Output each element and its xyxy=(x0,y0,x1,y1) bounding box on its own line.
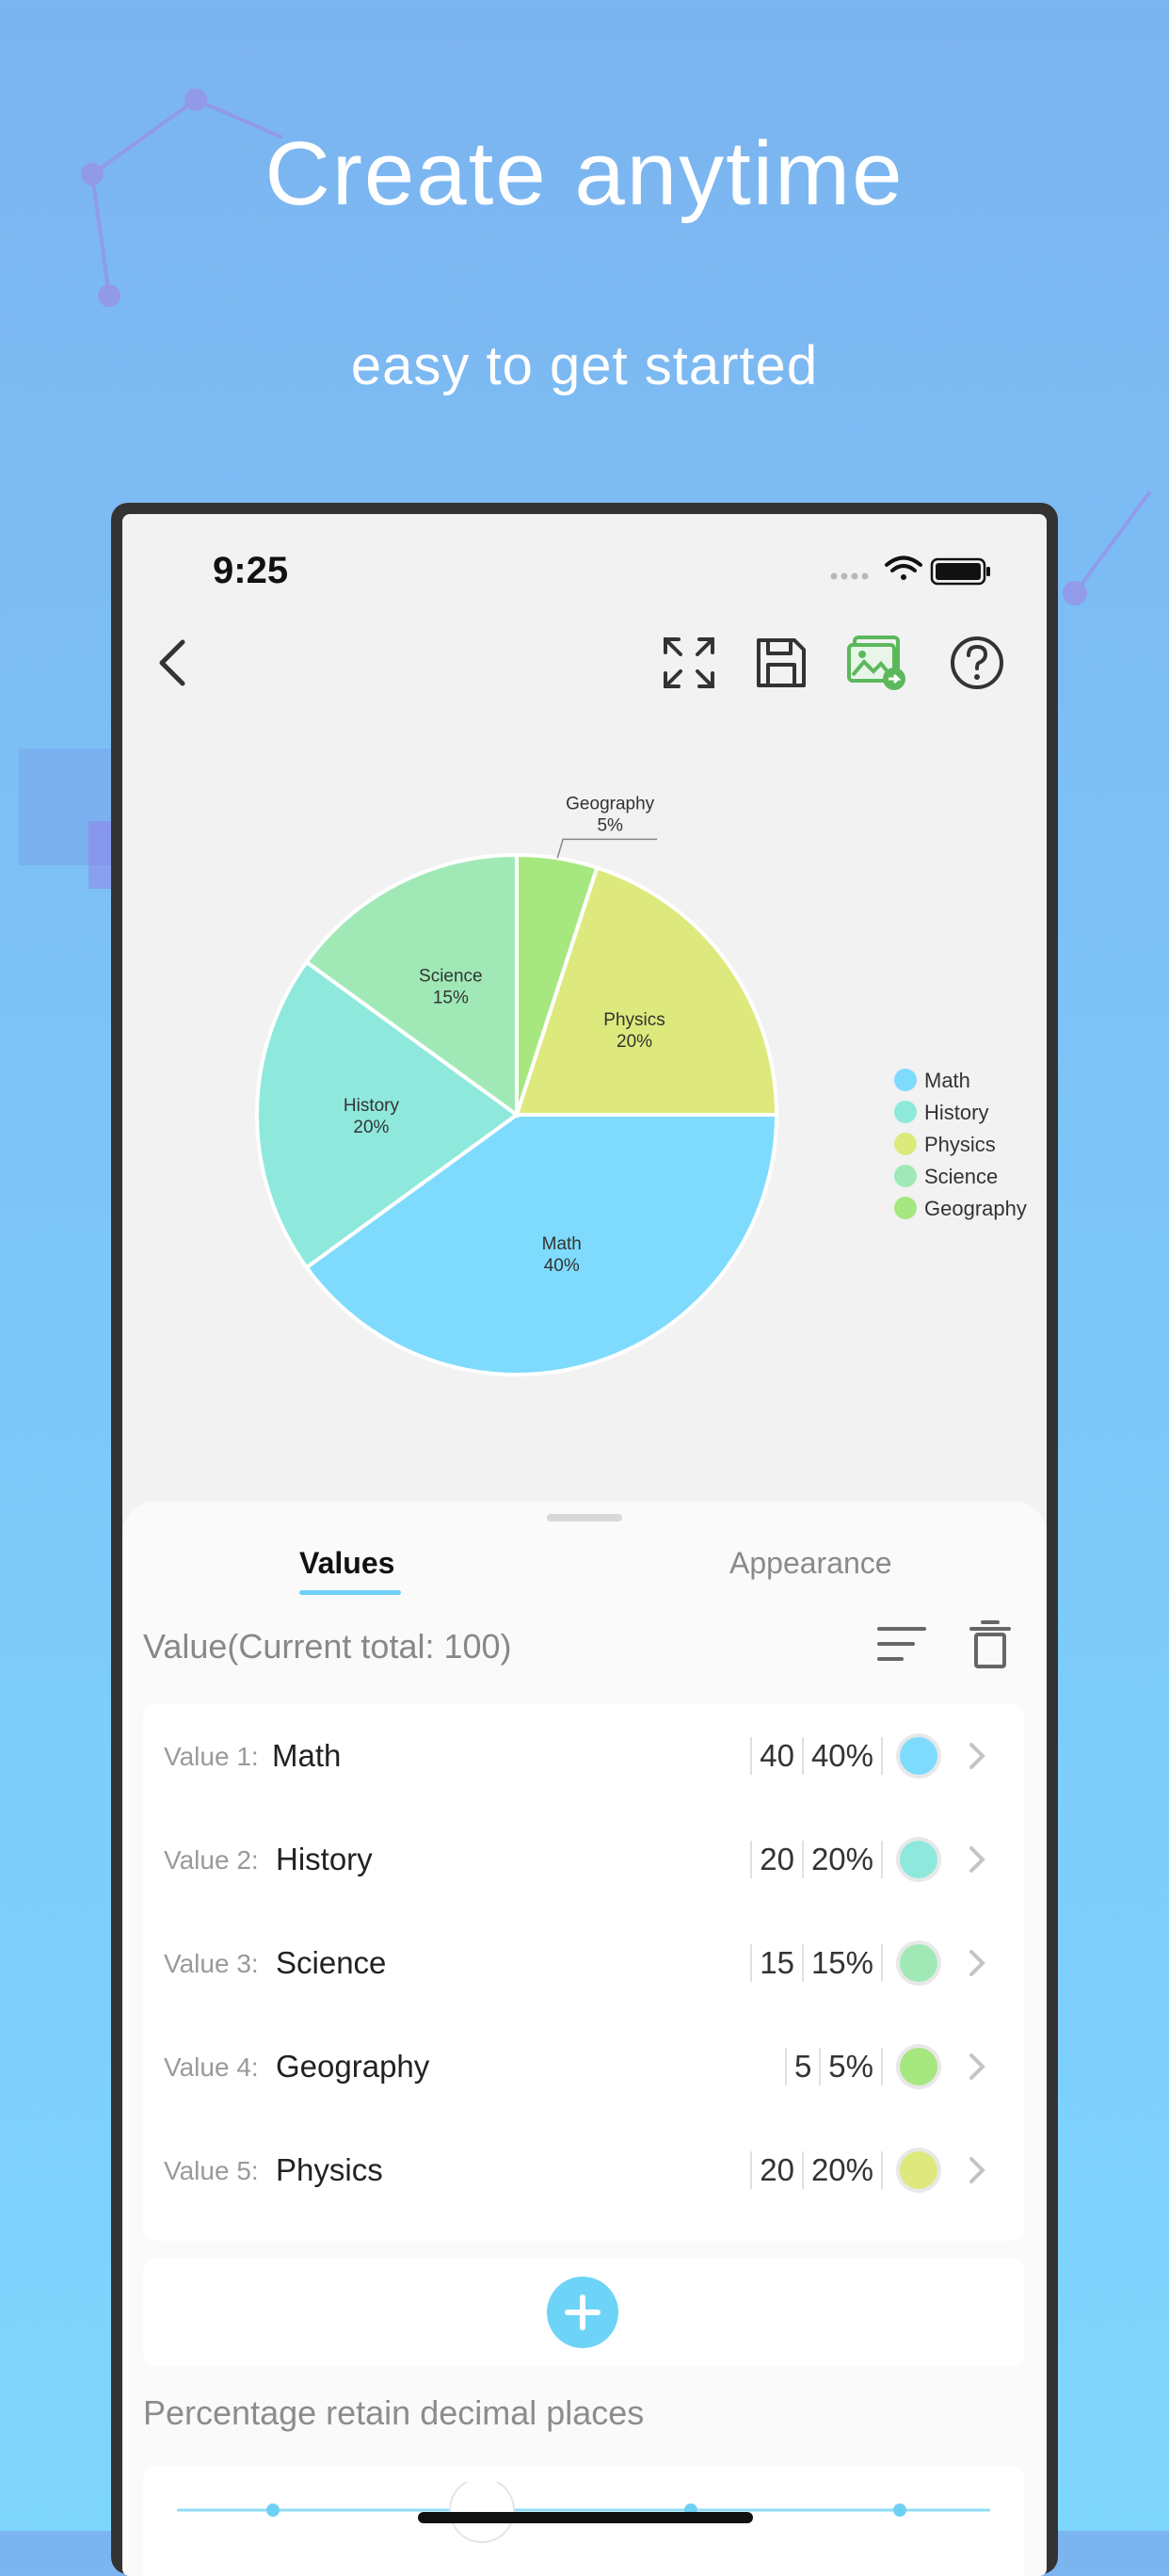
status-time: 9:25 xyxy=(213,550,289,591)
value-stats: 15 15% xyxy=(743,1940,988,1987)
add-value-button[interactable] xyxy=(547,2277,618,2348)
value-amount[interactable]: 20 xyxy=(760,2152,794,2188)
legend-swatch-history xyxy=(894,1101,917,1123)
legend-label-math: Math xyxy=(924,1069,970,1092)
value-row[interactable]: Value 2: History 20 20% xyxy=(143,1808,1024,1911)
legend-swatch-physics xyxy=(894,1133,917,1155)
decimal-places-label: Percentage retain decimal places xyxy=(143,2393,645,2432)
trash-icon[interactable] xyxy=(969,1619,1011,1670)
status-icons xyxy=(830,555,990,586)
total-label: Value(Current total: 100) xyxy=(143,1627,512,1666)
value-name[interactable]: Science xyxy=(276,1945,386,1981)
sheet-handle[interactable] xyxy=(547,1514,622,1521)
value-label: Value 1: xyxy=(164,1742,259,1771)
value-stats: 5 5% xyxy=(777,2043,988,2090)
value-label: Value 2: xyxy=(164,1845,259,1875)
battery-icon xyxy=(930,557,990,586)
fullscreen-button[interactable] xyxy=(657,631,721,695)
home-indicator xyxy=(418,2512,753,2523)
value-name[interactable]: Geography xyxy=(276,2049,429,2085)
legend-label-science: Science xyxy=(924,1165,998,1188)
values-list: Value 1: Math 40 40% Value 2: History 20… xyxy=(143,1704,1024,2241)
hero-title: Create anytime xyxy=(264,123,905,224)
value-amount[interactable]: 40 xyxy=(760,1738,794,1774)
sort-icon[interactable] xyxy=(875,1623,928,1665)
tab-values-underline xyxy=(299,1590,401,1595)
pie-label-geography: Geography 5% xyxy=(566,794,655,835)
value-stats: 20 20% xyxy=(743,2147,988,2194)
value-percent: 5% xyxy=(828,2049,873,2084)
help-button[interactable] xyxy=(945,631,1009,695)
value-row[interactable]: Value 4: Geography 5 5% xyxy=(143,2015,1024,2118)
color-swatch[interactable] xyxy=(900,2151,937,2189)
chevron-right-icon[interactable] xyxy=(966,2050,988,2084)
save-button[interactable] xyxy=(749,631,813,695)
value-label: Value 5: xyxy=(164,2156,259,2185)
value-row[interactable]: Value 5: Physics 20 20% xyxy=(143,2118,1024,2222)
tab-values[interactable]: Values xyxy=(299,1546,394,1581)
value-percent: 40% xyxy=(810,1738,873,1773)
export-image-button[interactable] xyxy=(845,631,909,695)
color-swatch[interactable] xyxy=(900,2048,937,2085)
legend-label-geography: Geography xyxy=(924,1197,1027,1220)
value-row[interactable]: Value 3: Science 15 15% xyxy=(143,1911,1024,2015)
back-button[interactable] xyxy=(141,631,205,695)
color-swatch[interactable] xyxy=(900,1737,937,1775)
help-icon xyxy=(951,636,1003,689)
save-icon xyxy=(757,638,806,687)
wifi-icon xyxy=(885,555,922,580)
chevron-right-icon[interactable] xyxy=(966,1946,988,1980)
bottom-sheet: Values Appearance Value(Current total: 1… xyxy=(122,1501,1047,2576)
legend-label-history: History xyxy=(924,1101,988,1124)
chevron-right-icon[interactable] xyxy=(966,1739,988,1773)
tab-appearance[interactable]: Appearance xyxy=(729,1546,892,1581)
value-name[interactable]: Math xyxy=(272,1738,341,1774)
value-label: Value 4: xyxy=(164,2053,259,2082)
export-image-icon xyxy=(847,636,905,690)
color-swatch[interactable] xyxy=(900,1944,937,1982)
fullscreen-icon xyxy=(664,637,714,688)
chevron-right-icon[interactable] xyxy=(966,2153,988,2187)
value-amount[interactable]: 5 xyxy=(794,2049,811,2085)
plus-icon xyxy=(565,2294,601,2330)
pie-leader-line-geography xyxy=(556,838,658,859)
color-swatch[interactable] xyxy=(900,1841,937,1878)
chevron-right-icon[interactable] xyxy=(966,1843,988,1876)
legend-swatch-science xyxy=(894,1165,917,1187)
app-screen: 9:25 Geography 5% Physics 20% Math 40% H… xyxy=(122,514,1047,2576)
value-amount[interactable]: 15 xyxy=(760,1945,794,1981)
value-row[interactable]: Value 1: Math 40 40% xyxy=(143,1704,1024,1808)
legend-swatch-geography xyxy=(894,1197,917,1219)
legend-swatch-math xyxy=(894,1069,917,1091)
value-stats: 40 40% xyxy=(743,1732,988,1779)
chevron-left-icon xyxy=(159,639,185,686)
value-percent: 20% xyxy=(810,2152,873,2187)
value-percent: 20% xyxy=(810,1842,873,1876)
value-name[interactable]: History xyxy=(276,1842,373,1877)
cellular-signal-icon xyxy=(830,572,869,580)
legend-label-physics: Physics xyxy=(924,1133,996,1156)
value-percent: 15% xyxy=(810,1945,873,1980)
add-value-card xyxy=(143,2258,1024,2367)
hero-subtitle: easy to get started xyxy=(350,335,819,396)
value-amount[interactable]: 20 xyxy=(760,1842,794,1877)
phone-frame: 9:25 Geography 5% Physics 20% Math 40% H… xyxy=(111,503,1058,2576)
value-label: Value 3: xyxy=(164,1949,259,1978)
value-name[interactable]: Physics xyxy=(276,2152,383,2188)
pie-chart: Geography 5%Physics 20%Math 40%History 20%Sc… xyxy=(255,794,1027,1377)
value-stats: 20 20% xyxy=(743,1836,988,1883)
